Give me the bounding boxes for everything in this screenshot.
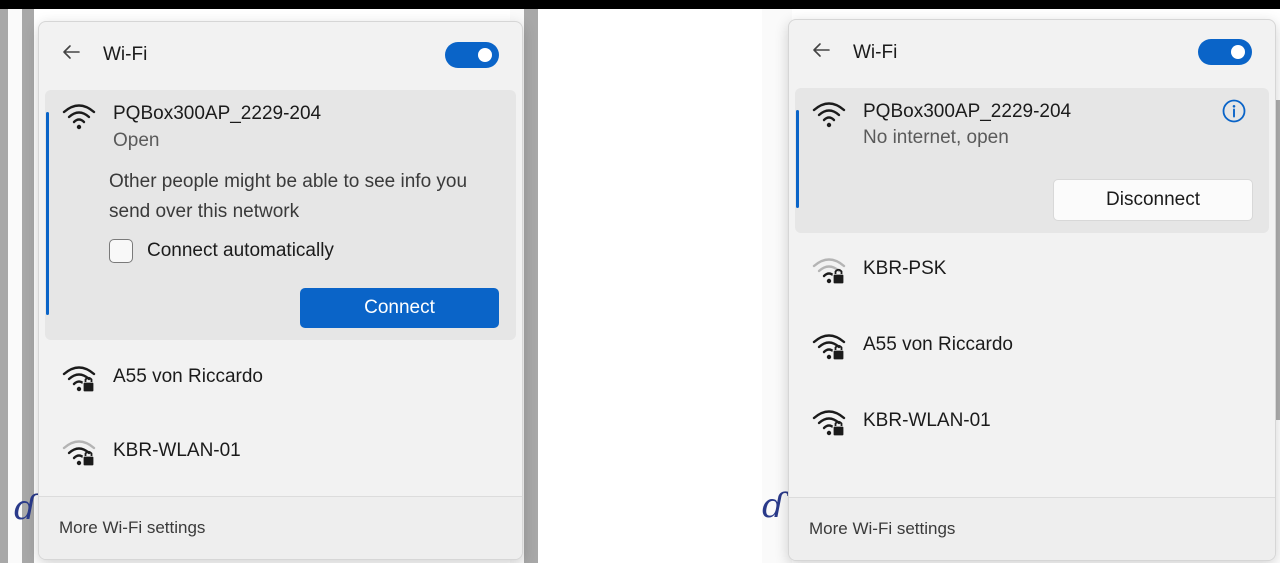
background-scribble: ɗ: [14, 488, 38, 528]
panel-footer: More Wi-Fi settings: [39, 496, 522, 559]
wifi-panel-right: Wi-Fi PQBox300AP_2229-204 No internet, o…: [788, 19, 1276, 561]
toggle-knob: [478, 48, 492, 62]
network-name: KBR-WLAN-01: [113, 440, 241, 461]
selection-accent: [796, 110, 799, 208]
expanded-network-item[interactable]: PQBox300AP_2229-204 Open Other people mi…: [45, 90, 516, 340]
back-arrow-icon[interactable]: [809, 38, 833, 62]
selection-accent: [46, 112, 49, 315]
network-name: PQBox300AP_2229-204: [113, 103, 322, 124]
network-list-item[interactable]: KBR-PSK: [795, 236, 1269, 306]
panel-footer: More Wi-Fi settings: [789, 497, 1275, 560]
page-title: Wi-Fi: [853, 42, 898, 63]
network-status: No internet, open: [863, 127, 1009, 148]
wifi-locked-icon: [812, 334, 846, 361]
wifi-header: Wi-Fi: [789, 20, 1275, 86]
network-list-item[interactable]: A55 von Riccardo: [795, 312, 1269, 382]
connected-network-item[interactable]: PQBox300AP_2229-204 No internet, open Di…: [795, 88, 1269, 233]
background-strip-mid: [524, 9, 538, 563]
wifi-locked-icon: [62, 366, 96, 393]
wifi-locked-icon: [62, 440, 96, 467]
connect-automatically-label: Connect automatically: [147, 240, 334, 261]
wifi-locked-icon: [812, 410, 846, 437]
connect-automatically-checkbox[interactable]: [109, 239, 133, 263]
network-list-item[interactable]: KBR-WLAN-01: [45, 418, 516, 488]
top-black-bar: [0, 0, 1280, 9]
network-name: PQBox300AP_2229-204: [863, 101, 1072, 122]
toggle-knob: [1231, 45, 1245, 59]
wifi-header: Wi-Fi: [39, 22, 522, 88]
network-name: A55 von Riccardo: [113, 366, 263, 387]
more-wifi-settings-link[interactable]: More Wi-Fi settings: [59, 518, 205, 538]
security-warning: Other people might be able to see info y…: [109, 171, 468, 222]
back-arrow-icon[interactable]: [59, 40, 83, 64]
more-wifi-settings-link[interactable]: More Wi-Fi settings: [809, 519, 955, 539]
wifi-icon: [62, 104, 96, 130]
wifi-icon: [812, 102, 846, 128]
page-title: Wi-Fi: [103, 44, 148, 65]
wifi-locked-icon: [812, 258, 846, 285]
network-name: KBR-WLAN-01: [863, 410, 991, 431]
wifi-toggle[interactable]: [1198, 39, 1252, 65]
network-name: A55 von Riccardo: [863, 334, 1013, 355]
network-name: KBR-PSK: [863, 258, 947, 279]
background-scribble-right: ɗ: [762, 486, 786, 526]
wifi-panel-left: Wi-Fi PQBox300AP_2229-204 Open Other peo…: [38, 21, 523, 560]
background-sheet-left: [8, 9, 22, 563]
connect-button[interactable]: Connect: [300, 288, 499, 328]
network-list-item[interactable]: A55 von Riccardo: [45, 344, 516, 414]
network-list-item[interactable]: KBR-WLAN-01: [795, 388, 1269, 458]
disconnect-button[interactable]: Disconnect: [1053, 179, 1253, 221]
wifi-toggle[interactable]: [445, 42, 499, 68]
network-status: Open: [113, 130, 160, 151]
info-icon[interactable]: [1221, 98, 1247, 124]
